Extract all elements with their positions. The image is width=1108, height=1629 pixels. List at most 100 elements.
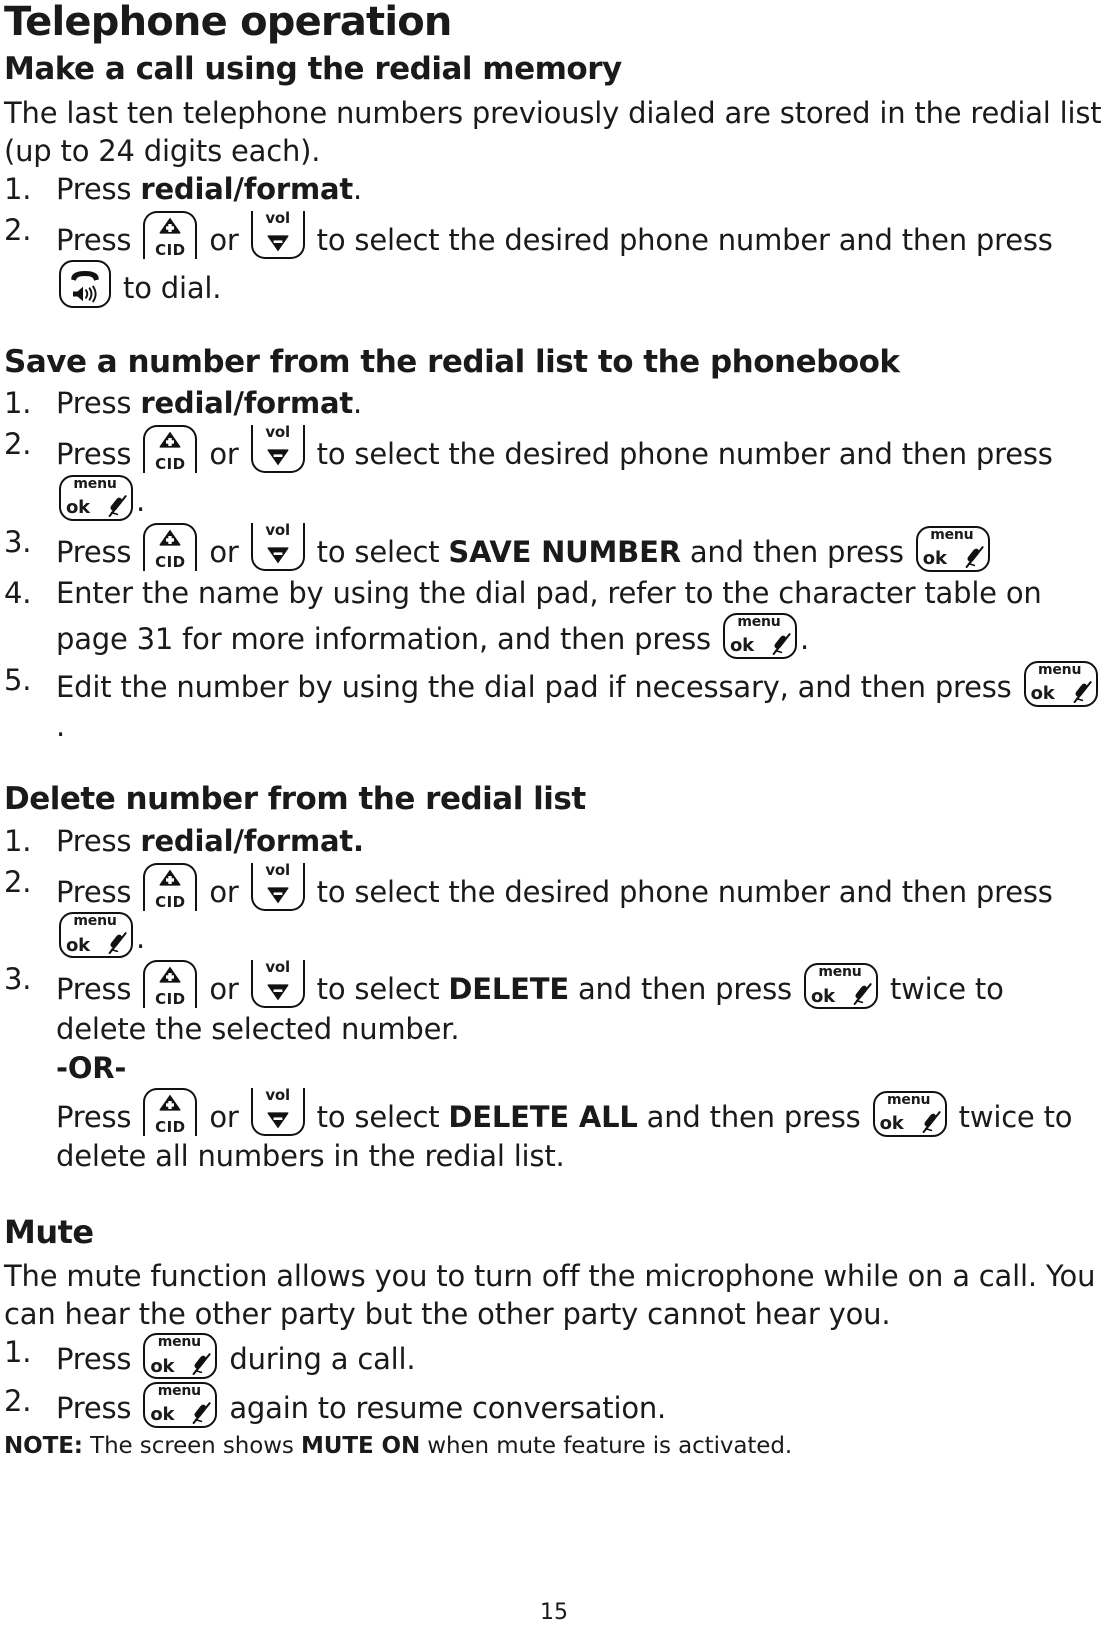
vol-key[interactable]: vol <box>250 209 305 260</box>
mic-mute-icon <box>108 494 128 517</box>
step-text: . <box>799 621 809 656</box>
step-body: Press CID or vol to select the desired p… <box>56 862 1053 959</box>
step-text: Edit the number by using the dial pad if… <box>56 670 1021 705</box>
menu-key-label: menu <box>887 1091 931 1108</box>
note-text-before: The screen shows <box>82 1432 302 1459</box>
step-text: . <box>136 483 146 518</box>
step-text: to select the desired phone number and t… <box>307 875 1053 910</box>
step-number: 2. <box>4 865 32 900</box>
step-text: during a call. <box>220 1342 416 1377</box>
cid-key-label: CID <box>155 241 186 260</box>
step-text: . <box>136 921 146 956</box>
step-item: 5. Edit the number by using the dial pad … <box>4 661 1102 746</box>
ok-key-label: ok <box>66 934 90 956</box>
menu-ok-key[interactable]: menu ok <box>59 474 133 521</box>
menu-ok-key[interactable]: menu ok <box>872 1090 947 1137</box>
cid-key[interactable]: CID <box>143 425 198 474</box>
triangle-up-plus-icon <box>159 217 181 234</box>
cid-key[interactable]: CID <box>143 211 198 260</box>
vol-key[interactable]: vol <box>250 861 305 912</box>
triangle-down-icon <box>267 449 289 466</box>
step-text: to select the desired phone number and t… <box>307 223 1053 258</box>
step-number: 1. <box>4 1335 32 1370</box>
emphasis-text: DELETE <box>448 972 569 1007</box>
note-text-after: when mute feature is activated. <box>420 1432 793 1459</box>
vol-key[interactable]: vol <box>250 1085 305 1136</box>
cid-key[interactable]: CID <box>143 863 198 912</box>
note-label: NOTE: <box>4 1432 83 1459</box>
triangle-down-icon <box>267 547 289 564</box>
step-text: . <box>56 709 66 744</box>
cid-key[interactable]: CID <box>143 1087 198 1136</box>
step-text: or <box>200 972 248 1007</box>
ok-key-label: ok <box>922 547 947 569</box>
step-item: 3. Press CID or vol to select DELETE and … <box>4 960 1102 1176</box>
step-item: 1. Press menu ok during a call. <box>4 1333 1102 1380</box>
cid-key[interactable]: CID <box>143 960 198 1009</box>
menu-key-label: menu <box>1038 662 1082 679</box>
speakerphone-key[interactable] <box>59 260 111 309</box>
step-text: Press <box>56 824 141 858</box>
step-number: 2. <box>4 427 32 462</box>
mic-mute-icon <box>965 545 985 568</box>
vol-key-label: vol <box>265 209 290 228</box>
menu-ok-key[interactable]: menu ok <box>803 963 878 1010</box>
step-item: 3. Press CID or vol to select SAVE NUMBER… <box>4 522 1102 572</box>
step-text: Enter the name by using the dial pad, re… <box>56 575 1042 656</box>
step-item: 1. Press redial/format. <box>4 384 1102 423</box>
cid-key-label: CID <box>155 1117 186 1136</box>
step-text: or <box>200 1099 248 1134</box>
step-text: and then press <box>637 1099 870 1134</box>
menu-ok-key[interactable]: menu ok <box>143 1381 218 1428</box>
step-text: to select <box>307 1099 449 1134</box>
step-body: Press redial/format. <box>56 172 362 206</box>
step-body: Press CID or vol to select SAVE NUMBER a… <box>56 522 993 572</box>
menu-ok-key[interactable]: menu ok <box>1023 661 1098 708</box>
step-text: Press <box>56 1099 141 1134</box>
emphasis-text: redial/format. <box>140 824 364 858</box>
step-body: Press CID or vol to select the desired p… <box>56 425 1053 521</box>
cid-key-label: CID <box>155 990 186 1009</box>
step-text: Press <box>56 875 141 910</box>
cid-key[interactable]: CID <box>143 522 198 571</box>
menu-ok-key[interactable]: menu ok <box>722 612 797 659</box>
step-text: or <box>200 875 248 910</box>
step-text: Press <box>56 223 141 258</box>
vol-key[interactable]: vol <box>250 425 305 474</box>
emphasis-text: SAVE NUMBER <box>448 534 681 569</box>
step-body: Press CID or vol to select DELETE and th… <box>56 960 1073 1173</box>
menu-key-label: menu <box>930 526 974 543</box>
step-text: Press <box>56 972 141 1007</box>
step-text: again to resume conversation. <box>220 1390 667 1425</box>
vol-key[interactable]: vol <box>250 522 305 571</box>
triangle-down-icon <box>267 984 289 1001</box>
emphasis-text: redial/format <box>140 172 354 207</box>
step-text: Press <box>56 534 141 569</box>
step-body: Press redial/format. <box>56 824 364 858</box>
step-text: to select the desired phone number and t… <box>307 437 1053 472</box>
step-text: to select <box>307 534 449 569</box>
menu-ok-key[interactable]: menu ok <box>143 1333 218 1380</box>
menu-ok-key[interactable]: menu ok <box>915 525 990 572</box>
step-text: and then press <box>568 972 801 1007</box>
vol-key[interactable]: vol <box>250 960 305 1009</box>
mic-mute-icon <box>1073 681 1093 704</box>
page-content: Telephone operation Make a call using th… <box>0 0 1108 1462</box>
step-item: 1. Press redial/format. <box>4 170 1102 209</box>
menu-ok-key[interactable]: menu ok <box>59 912 133 959</box>
step-list: 1. Press redial/format. 2. Press CID or vol… <box>4 170 1102 309</box>
step-text: or <box>200 534 248 569</box>
step-text: . <box>353 172 363 207</box>
sections-container: Make a call using the redial memory The l… <box>4 46 1102 1462</box>
vol-key-label: vol <box>265 1085 290 1104</box>
step-body: Press menu ok during a call. <box>56 1333 416 1380</box>
note-bold-term: MUTE ON <box>301 1432 421 1459</box>
mic-mute-icon <box>853 983 873 1006</box>
cid-key-label: CID <box>155 893 186 912</box>
ok-key-label: ok <box>66 496 90 518</box>
vol-key-label: vol <box>265 861 290 880</box>
step-number: 3. <box>4 524 32 559</box>
cid-key-label: CID <box>155 552 186 571</box>
step-text: Press <box>56 1342 141 1377</box>
step-number: 2. <box>4 213 32 248</box>
